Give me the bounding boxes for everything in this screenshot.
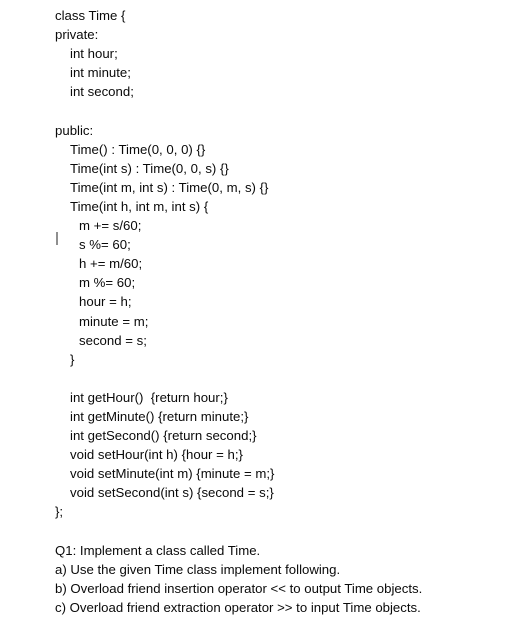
code-line: void setHour(int h) {hour = h;} xyxy=(70,447,243,463)
code-line: int getSecond() {return second;} xyxy=(70,428,257,444)
code-line: h += m/60; xyxy=(79,256,143,272)
code-line: Time(int m, int s) : Time(0, m, s) {} xyxy=(70,179,269,195)
code-line: int getMinute() {return minute;} xyxy=(70,408,249,424)
code-listing: class Time { private: int hour; int minute;… xyxy=(55,6,510,617)
code-line: class Time { xyxy=(55,8,126,23)
document-page: class Time { private: int hour; int minute;… xyxy=(0,0,517,615)
code-line: Time(int s) : Time(0, 0, s) {} xyxy=(70,160,229,176)
code-line: Time(int h, int m, int s) { xyxy=(70,198,209,214)
text-caret-icon xyxy=(56,232,58,245)
code-line: }; xyxy=(55,504,64,520)
code-line: second = s; xyxy=(79,332,147,348)
code-line: minute = m; xyxy=(79,313,149,329)
code-line: m %= 60; xyxy=(79,275,136,291)
code-line: } xyxy=(70,351,75,367)
question-item: c) Overload friend extraction operator >… xyxy=(55,599,421,615)
code-line: s %= 60; xyxy=(79,237,131,253)
code-line: int second; xyxy=(70,84,134,100)
question-item: a) Use the given Time class implement fo… xyxy=(55,561,341,577)
code-line: Time() : Time(0, 0, 0) {} xyxy=(70,141,206,157)
code-line: private: xyxy=(55,27,99,43)
code-line: public: xyxy=(55,122,94,138)
code-line: hour = h; xyxy=(79,294,132,310)
code-line: int getHour() {return hour;} xyxy=(70,389,228,405)
code-line: int minute; xyxy=(70,65,131,81)
code-line: m += s/60; xyxy=(79,218,142,234)
question-item: b) Overload friend insertion operator <<… xyxy=(55,580,423,596)
code-line: void setSecond(int s) {second = s;} xyxy=(70,485,274,501)
question-title: Q1: Implement a class called Time. xyxy=(55,542,261,558)
code-line: int hour; xyxy=(70,46,118,62)
code-line: void setMinute(int m) {minute = m;} xyxy=(70,466,275,482)
